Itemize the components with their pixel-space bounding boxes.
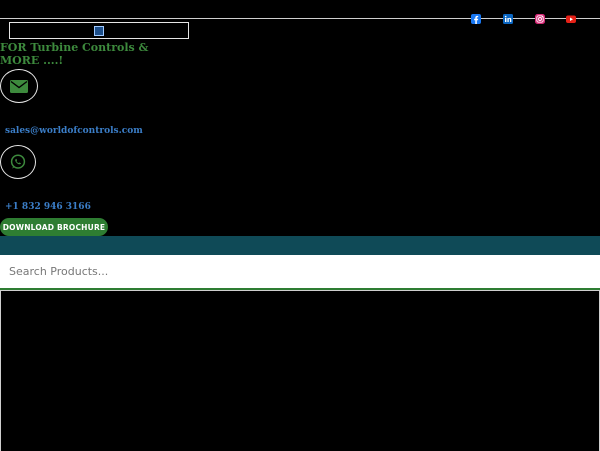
download-brochure-button[interactable]: DOWNLOAD BROCHURE xyxy=(0,218,108,236)
logo-image-icon xyxy=(94,25,104,36)
site-logo[interactable] xyxy=(9,22,189,39)
content-area xyxy=(0,290,600,451)
phone-link[interactable]: +1 832 946 3166 xyxy=(5,202,91,212)
envelope-icon xyxy=(10,79,28,93)
search-input[interactable] xyxy=(0,255,600,288)
tagline: FOR Turbine Controls & MORE ....! xyxy=(0,41,149,67)
facebook-icon[interactable] xyxy=(471,14,481,24)
youtube-icon[interactable] xyxy=(566,14,576,24)
whatsapp-icon-circle[interactable] xyxy=(0,145,36,179)
instagram-icon[interactable] xyxy=(535,14,545,24)
linkedin-icon[interactable] xyxy=(503,14,513,24)
whatsapp-icon xyxy=(10,154,26,169)
email-link[interactable]: sales@worldofcontrols.com xyxy=(5,126,143,136)
nav-bar xyxy=(0,236,600,255)
search-container xyxy=(0,255,600,290)
email-icon-circle[interactable] xyxy=(0,69,38,103)
